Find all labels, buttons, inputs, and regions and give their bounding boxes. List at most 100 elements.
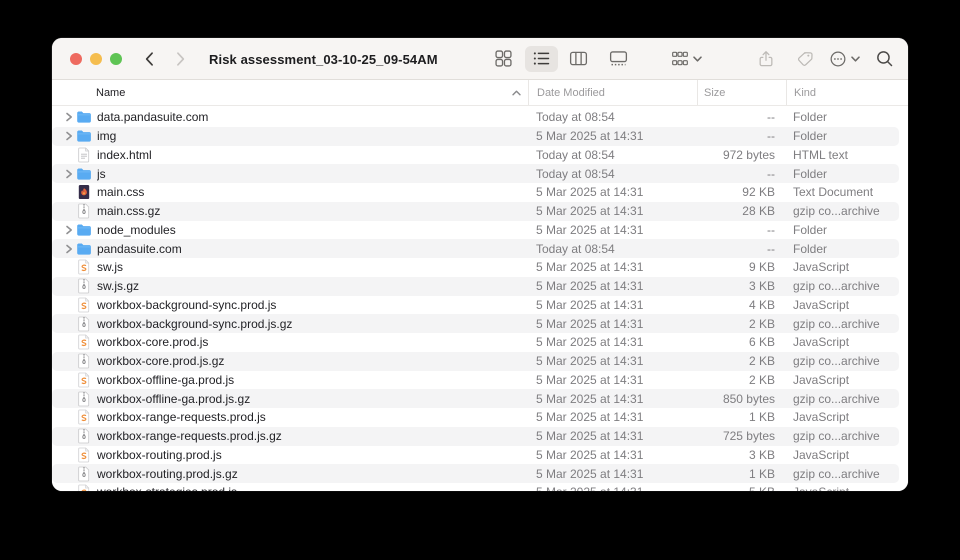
group-icon [670, 49, 690, 69]
kind-cell: gzip co...archive [786, 467, 908, 481]
disclosure-chevron-icon[interactable] [62, 169, 75, 179]
share-icon [756, 49, 776, 69]
file-name: pandasuite.com [97, 242, 182, 256]
file-name-cell: main.css [52, 184, 528, 200]
doc-js-icon [75, 259, 92, 275]
file-row[interactable]: workbox-offline-ga.prod.js.gz5 Mar 2025 … [52, 389, 908, 408]
zoom-button[interactable] [110, 53, 122, 65]
file-name-cell: sw.js [52, 259, 528, 275]
file-name-cell: workbox-offline-ga.prod.js [52, 372, 528, 388]
file-name: sw.js [97, 260, 123, 274]
share-button[interactable] [751, 46, 781, 72]
date-modified-cell: 5 Mar 2025 at 14:31 [528, 429, 697, 443]
file-row[interactable]: workbox-background-sync.prod.js.gz 5 Mar … [52, 314, 908, 333]
size-cell: 2 KB [697, 354, 786, 368]
file-name-cell: workbox-background-sync.prod.js.gz [52, 316, 528, 332]
kind-cell: gzip co...archive [786, 392, 908, 406]
file-name: workbox-core.prod.js.gz [97, 354, 224, 368]
column-header-size[interactable]: Size [697, 80, 786, 105]
kind-cell: gzip co...archive [786, 317, 908, 331]
file-name-cell: workbox-offline-ga.prod.js.gz [52, 391, 528, 407]
file-row[interactable]: workbox-routing.prod.js 5 Mar 2025 at 14:… [52, 446, 908, 465]
kind-cell: gzip co...archive [786, 279, 908, 293]
column-header-name[interactable]: Name [52, 80, 528, 105]
file-name-cell: pandasuite.com [52, 241, 528, 257]
forward-icon [170, 49, 190, 69]
search-icon [874, 48, 895, 69]
file-row[interactable]: workbox-range-requests.prod.js.gz5 Mar 2… [52, 427, 908, 446]
kind-cell: JavaScript [786, 298, 908, 312]
file-row[interactable]: main.css5 Mar 2025 at 14:3192 KBText Doc… [52, 183, 908, 202]
doc-js-icon [75, 484, 92, 491]
doc-js-icon [75, 334, 92, 350]
file-name: workbox-core.prod.js [97, 335, 208, 349]
doc-css-icon [75, 184, 92, 200]
size-cell: -- [697, 223, 786, 237]
file-row[interactable]: workbox-strategies.prod.js5 Mar 2025 at … [52, 483, 908, 491]
file-row[interactable]: node_modules5 Mar 2025 at 14:31--Folder [52, 221, 908, 240]
file-row[interactable]: workbox-core.prod.js5 Mar 2025 at 14:316… [52, 333, 908, 352]
date-modified-cell: 5 Mar 2025 at 14:31 [528, 467, 697, 481]
file-row[interactable]: img5 Mar 2025 at 14:31--Folder [52, 127, 908, 146]
icon-view-icon [493, 48, 514, 69]
gallery-view-icon [608, 48, 629, 69]
search-button[interactable] [869, 46, 899, 72]
date-modified-cell: Today at 08:54 [528, 148, 697, 162]
disclosure-chevron-icon[interactable] [62, 225, 75, 235]
date-modified-cell: Today at 08:54 [528, 167, 697, 181]
more-button[interactable] [824, 46, 864, 72]
column-view-button[interactable] [563, 46, 593, 72]
file-name: main.css.gz [97, 204, 160, 218]
kind-cell: Folder [786, 110, 908, 124]
file-row[interactable]: workbox-routing.prod.js.gz 5 Mar 2025 at … [52, 464, 908, 483]
file-row[interactable]: workbox-offline-ga.prod.js5 Mar 2025 at … [52, 371, 908, 390]
doc-gz-icon [75, 428, 92, 444]
kind-cell: gzip co...archive [786, 204, 908, 218]
date-modified-cell: 5 Mar 2025 at 14:31 [528, 335, 697, 349]
file-name: workbox-background-sync.prod.js.gz [97, 317, 292, 331]
date-modified-cell: 5 Mar 2025 at 14:31 [528, 317, 697, 331]
file-name-cell: workbox-core.prod.js.gz [52, 353, 528, 369]
back-button[interactable] [135, 46, 165, 72]
column-header-date-modified[interactable]: Date Modified [528, 80, 697, 105]
list-view-button[interactable] [525, 46, 558, 72]
file-row[interactable]: sw.js5 Mar 2025 at 14:319 KBJavaScript [52, 258, 908, 277]
file-name: workbox-offline-ga.prod.js.gz [97, 392, 250, 406]
file-row[interactable]: pandasuite.comToday at 08:54--Folder [52, 239, 908, 258]
size-cell: -- [697, 167, 786, 181]
file-row[interactable]: workbox-core.prod.js.gz5 Mar 2025 at 14:… [52, 352, 908, 371]
group-button[interactable] [666, 46, 706, 72]
file-row[interactable]: workbox-range-requests.prod.js5 Mar 2025… [52, 408, 908, 427]
tag-button[interactable] [790, 46, 820, 72]
size-cell: 1 KB [697, 467, 786, 481]
kind-cell: JavaScript [786, 373, 908, 387]
kind-cell: gzip co...archive [786, 429, 908, 443]
doc-gz-icon [75, 391, 92, 407]
file-name: js [97, 167, 106, 181]
forward-button[interactable] [165, 46, 195, 72]
window-titlebar: Risk assessment_03-10-25_09-54AM [52, 38, 908, 80]
date-modified-cell: 5 Mar 2025 at 14:31 [528, 204, 697, 218]
doc-gz-icon [75, 316, 92, 332]
gallery-view-button[interactable] [603, 46, 633, 72]
file-name: workbox-routing.prod.js [97, 448, 222, 462]
folder-icon [75, 166, 92, 182]
file-name: workbox-routing.prod.js.gz [97, 467, 238, 481]
close-button[interactable] [70, 53, 82, 65]
disclosure-chevron-icon[interactable] [62, 244, 75, 254]
file-row[interactable]: workbox-background-sync.prod.js5 Mar 202… [52, 296, 908, 315]
doc-gz-icon [75, 278, 92, 294]
minimize-button[interactable] [90, 53, 102, 65]
date-modified-cell: 5 Mar 2025 at 14:31 [528, 485, 697, 491]
column-header-kind[interactable]: Kind [786, 80, 908, 105]
icon-view-button[interactable] [488, 46, 518, 72]
disclosure-chevron-icon[interactable] [62, 112, 75, 122]
file-row[interactable]: data.pandasuite.comToday at 08:54--Folde… [52, 108, 908, 127]
finder-window: Risk assessment_03-10-25_09-54AM [52, 38, 908, 491]
file-row[interactable]: jsToday at 08:54--Folder [52, 164, 908, 183]
file-row[interactable]: index.htmlToday at 08:54972 bytesHTML te… [52, 146, 908, 165]
disclosure-chevron-icon[interactable] [62, 131, 75, 141]
file-row[interactable]: main.css.gz5 Mar 2025 at 14:3128 KBgzip … [52, 202, 908, 221]
file-row[interactable]: sw.js.gz5 Mar 2025 at 14:313 KBgzip co..… [52, 277, 908, 296]
date-modified-cell: 5 Mar 2025 at 14:31 [528, 448, 697, 462]
